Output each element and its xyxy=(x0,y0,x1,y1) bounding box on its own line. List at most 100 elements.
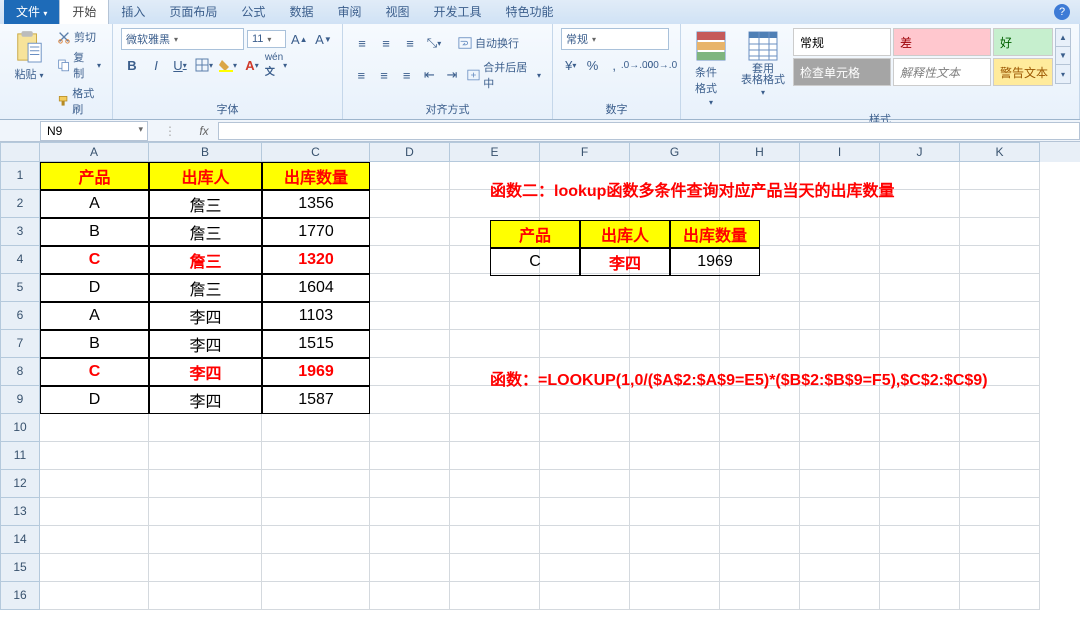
number-format-select[interactable]: 常规 xyxy=(561,28,669,50)
row-header[interactable]: 5 xyxy=(0,274,40,302)
col-header[interactable]: J xyxy=(880,142,960,162)
col-header[interactable]: A xyxy=(40,142,149,162)
fx-icon[interactable]: fx xyxy=(190,124,218,138)
align-right-icon[interactable]: ≡ xyxy=(396,64,417,86)
select-all-corner[interactable] xyxy=(0,142,40,162)
font-color-button[interactable]: A▾ xyxy=(241,54,263,76)
align-left-icon[interactable]: ≡ xyxy=(351,64,372,86)
currency-icon[interactable]: ¥▾ xyxy=(561,54,581,76)
decrease-font-icon[interactable]: A▼ xyxy=(313,28,334,50)
table-row: B李四1515 xyxy=(40,330,1040,358)
table-header[interactable]: 产品 xyxy=(40,162,149,190)
font-family-select[interactable]: 微软雅黑 xyxy=(121,28,244,50)
style-bad[interactable]: 差 xyxy=(893,28,991,56)
align-middle-icon[interactable]: ≡ xyxy=(375,32,397,54)
paste-button[interactable]: 粘贴 ▾ xyxy=(8,28,50,84)
format-painter-button[interactable]: 格式刷 xyxy=(54,84,104,118)
underline-button[interactable]: U▾ xyxy=(169,54,191,76)
border-button[interactable]: ▾ xyxy=(193,54,215,76)
increase-indent-icon[interactable]: ⇥ xyxy=(442,64,463,86)
help-icon[interactable]: ? xyxy=(1054,4,1070,20)
col-header[interactable]: I xyxy=(800,142,880,162)
cut-button[interactable]: 剪切 xyxy=(54,28,104,46)
style-warn[interactable]: 警告文本 xyxy=(993,58,1053,86)
mini-cell[interactable]: 1969 xyxy=(670,248,760,276)
row-header[interactable]: 1 xyxy=(0,162,40,190)
mini-cell[interactable]: C xyxy=(490,248,580,276)
tab-review[interactable]: 审阅 xyxy=(325,0,373,24)
tab-home[interactable]: 开始 xyxy=(59,0,109,24)
row-header[interactable]: 2 xyxy=(0,190,40,218)
row-header[interactable]: 12 xyxy=(0,470,40,498)
col-header[interactable]: K xyxy=(960,142,1040,162)
col-header[interactable]: G xyxy=(630,142,720,162)
fill-color-button[interactable]: ▾ xyxy=(217,54,239,76)
col-header[interactable]: E xyxy=(450,142,540,162)
col-header[interactable]: B xyxy=(149,142,262,162)
table-header[interactable]: 出库数量 xyxy=(262,162,370,190)
wrap-text-button[interactable]: 自动换行 xyxy=(455,34,522,52)
mini-header[interactable]: 出库人 xyxy=(580,220,670,248)
mini-cell[interactable]: 李四 xyxy=(580,248,670,276)
col-header[interactable]: F xyxy=(540,142,630,162)
copy-button[interactable]: 复制 ▾ xyxy=(54,48,104,82)
style-gallery-nav[interactable]: ▲▼▾ xyxy=(1055,28,1071,84)
table-format-button[interactable]: 套用 表格格式▾ xyxy=(735,28,791,99)
align-top-icon[interactable]: ≡ xyxy=(351,32,373,54)
row-header[interactable]: 9 xyxy=(0,386,40,414)
italic-button[interactable]: I xyxy=(145,54,167,76)
align-center-icon[interactable]: ≡ xyxy=(374,64,395,86)
row-header[interactable]: 10 xyxy=(0,414,40,442)
ribbon-tabs: 文件 ▾ 开始 插入 页面布局 公式 数据 审阅 视图 开发工具 特色功能 xyxy=(0,0,1080,24)
decrease-decimal-icon[interactable]: .00→.0 xyxy=(650,54,672,76)
orientation-icon[interactable]: ⤡▾ xyxy=(423,32,445,54)
merge-center-button[interactable]: 合并后居中▾ xyxy=(464,58,544,92)
mini-header[interactable]: 出库数量 xyxy=(670,220,760,248)
row-header[interactable]: 14 xyxy=(0,526,40,554)
style-gallery-2: 好 警告文本 xyxy=(993,28,1053,86)
style-explain[interactable]: 解释性文本 xyxy=(893,58,991,86)
tab-special[interactable]: 特色功能 xyxy=(494,0,566,24)
row-header[interactable]: 6 xyxy=(0,302,40,330)
row-header[interactable]: 4 xyxy=(0,246,40,274)
col-header[interactable]: C xyxy=(262,142,370,162)
name-box[interactable]: N9 xyxy=(40,121,148,141)
phonetic-button[interactable]: wén文▾ xyxy=(265,54,287,76)
tab-developer[interactable]: 开发工具 xyxy=(421,0,493,24)
row-header[interactable]: 13 xyxy=(0,498,40,526)
col-header[interactable]: H xyxy=(720,142,800,162)
decrease-indent-icon[interactable]: ⇤ xyxy=(419,64,440,86)
tab-insert[interactable]: 插入 xyxy=(109,0,157,24)
table-header[interactable]: 出库人 xyxy=(149,162,262,190)
gallery-down-icon: ▼ xyxy=(1056,47,1070,65)
col-header[interactable]: D xyxy=(370,142,450,162)
tab-page-layout[interactable]: 页面布局 xyxy=(157,0,229,24)
group-label-align: 对齐方式 xyxy=(351,101,544,117)
row-header[interactable]: 11 xyxy=(0,442,40,470)
conditional-format-button[interactable]: 条件格式▾ xyxy=(689,28,733,109)
tab-view[interactable]: 视图 xyxy=(373,0,421,24)
formula-input[interactable] xyxy=(218,122,1080,140)
align-bottom-icon[interactable]: ≡ xyxy=(399,32,421,54)
style-check[interactable]: 检查单元格 xyxy=(793,58,891,86)
percent-icon[interactable]: % xyxy=(583,54,603,76)
row-header[interactable]: 15 xyxy=(0,554,40,582)
font-size-select[interactable]: 11 xyxy=(247,30,286,48)
row-header[interactable]: 8 xyxy=(0,358,40,386)
gallery-up-icon: ▲ xyxy=(1056,29,1070,47)
bold-button[interactable]: B xyxy=(121,54,143,76)
row-header[interactable]: 7 xyxy=(0,330,40,358)
empty-cell[interactable] xyxy=(960,162,1040,190)
mini-header[interactable]: 产品 xyxy=(490,220,580,248)
tab-file[interactable]: 文件 ▾ xyxy=(4,0,59,24)
row-header[interactable]: 3 xyxy=(0,218,40,246)
increase-font-icon[interactable]: A▲ xyxy=(289,28,310,50)
tab-formulas[interactable]: 公式 xyxy=(229,0,277,24)
empty-cell[interactable] xyxy=(370,162,450,190)
style-good[interactable]: 好 xyxy=(993,28,1053,56)
row-headers: 1 2 3 4 5 6 7 8 9 10 11 12 13 14 15 16 xyxy=(0,162,40,610)
row-header[interactable]: 16 xyxy=(0,582,40,610)
sheet-area: A B C D E F G H I J K 1 2 3 4 5 6 7 8 9 … xyxy=(0,142,1080,626)
style-normal[interactable]: 常规 xyxy=(793,28,891,56)
tab-data[interactable]: 数据 xyxy=(277,0,325,24)
